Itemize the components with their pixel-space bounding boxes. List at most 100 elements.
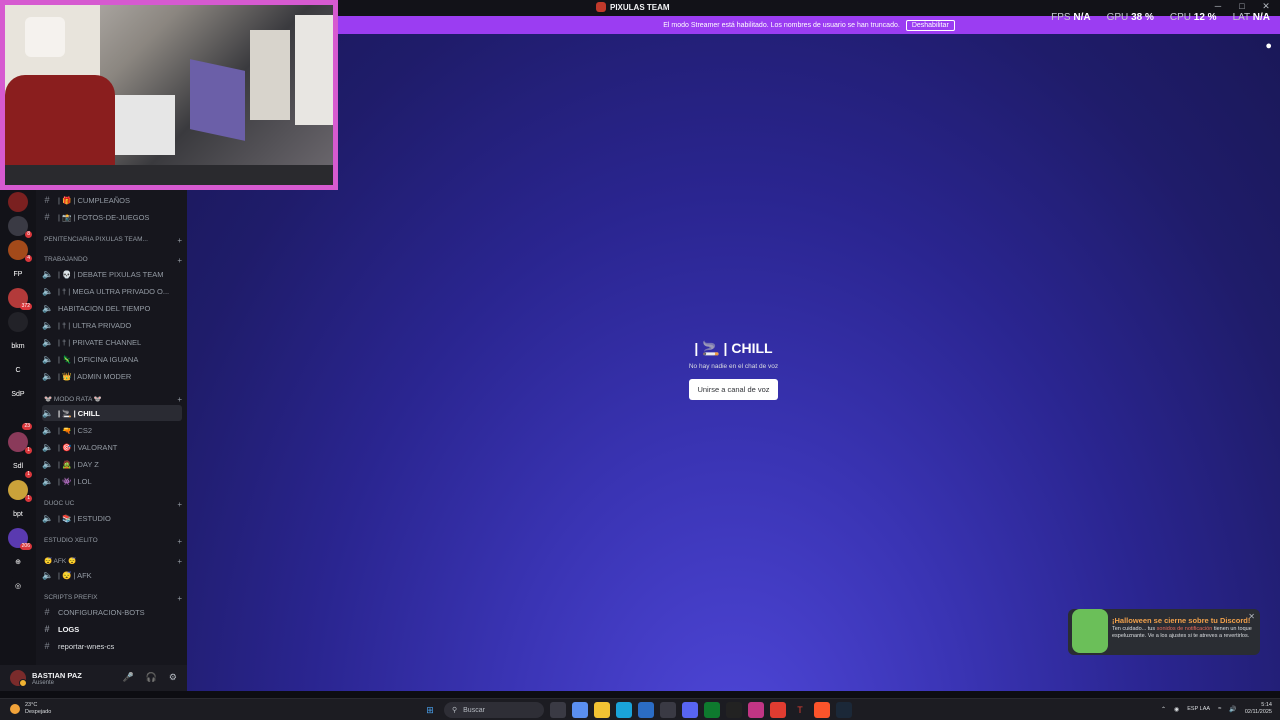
terminal-icon[interactable] <box>704 702 720 718</box>
username: BASTIAN PAZ <box>32 670 82 680</box>
opera-gx-icon[interactable] <box>770 702 786 718</box>
category-duoc[interactable]: DUOC UC + <box>44 500 182 509</box>
server-icon[interactable]: ◎ <box>8 576 28 596</box>
channel-fotos[interactable]: # | 📸 | FOTOS-DE-JUEGOS <box>42 209 182 225</box>
user-info[interactable]: BASTIAN PAZ Ausente <box>32 671 82 686</box>
server-icon[interactable]: bkm <box>8 336 28 356</box>
add-channel-icon[interactable]: + <box>177 500 182 509</box>
voice-channel-valorant[interactable]: 🔈 | 🎯 | VALORANT <box>42 439 182 455</box>
category-scripts[interactable]: SCRIPTS PREFIX + <box>44 594 182 603</box>
language-indicator[interactable]: ESP LAA <box>1187 706 1210 713</box>
server-icon[interactable]: 372 <box>8 288 32 310</box>
voice-channel-dayz[interactable]: 🔈 | 🧟 | DAY Z <box>42 456 182 472</box>
text-app-icon[interactable]: T <box>792 702 808 718</box>
voice-channel-afk[interactable]: 🔈 | 😴 | AFK <box>42 567 182 583</box>
server-icon[interactable]: 23 <box>8 408 32 430</box>
server-icon[interactable] <box>8 312 28 332</box>
edge-icon[interactable] <box>616 702 632 718</box>
headphones-icon[interactable]: 🎧 <box>146 672 157 683</box>
discord-icon[interactable] <box>682 702 698 718</box>
avatar[interactable] <box>10 670 27 687</box>
instagram-icon[interactable] <box>748 702 764 718</box>
voice-channel-ultra[interactable]: 🔈 | † | ULTRA PRIVADO <box>42 317 182 333</box>
outlook-icon[interactable] <box>638 702 654 718</box>
server-icon[interactable]: 206 <box>8 528 32 550</box>
server-label: bkm <box>11 342 25 350</box>
server-label: FP <box>13 270 23 278</box>
category-afk[interactable]: 😴 AFK 😴 + <box>44 557 182 566</box>
server-icon[interactable]: bpt <box>8 504 28 524</box>
wifi-icon[interactable]: ≈ <box>1218 706 1221 712</box>
add-channel-icon[interactable]: + <box>177 594 182 603</box>
voice-channel-private[interactable]: 🔈 | † | PRIVATE CHANNEL <box>42 334 182 350</box>
clock[interactable]: 5:14 02/11/2025 <box>1245 702 1272 716</box>
add-channel-icon[interactable]: + <box>177 557 182 566</box>
voice-channel-estudio[interactable]: 🔈 | 📚 | ESTUDIO <box>42 510 182 526</box>
add-channel-icon[interactable]: + <box>177 537 182 546</box>
category-penitenciaria[interactable]: PENITENCIARIA PIXULAS TEAM... + <box>44 236 182 245</box>
voice-channel-cs2[interactable]: 🔈 | 🔫 | CS2 <box>42 422 182 438</box>
server-icon[interactable]: 4 <box>8 240 32 262</box>
server-icon[interactable]: SdP <box>8 384 28 404</box>
hash-icon: # <box>44 212 50 222</box>
server-icon[interactable]: 1 <box>8 432 32 454</box>
server-icon[interactable]: 8 <box>8 216 32 238</box>
channel-cumpleanos[interactable]: # | 🎁 | CUMPLEAÑOS <box>42 192 182 208</box>
webcam-overlay <box>0 0 338 190</box>
disable-streamer-button[interactable]: Deshabilitar <box>905 19 955 31</box>
minimize-button[interactable]: ─ <box>1212 1 1224 12</box>
voice-channel-oficina[interactable]: 🔈 | 🦎 | OFICINA IGUANA <box>42 351 182 367</box>
calculator-icon[interactable] <box>660 702 676 718</box>
join-voice-button[interactable]: Unirse a canal de voz <box>689 379 778 400</box>
voice-channel-lol[interactable]: 🔈 | 👾 | LOL <box>42 473 182 489</box>
voice-channel-admin[interactable]: 🔈 | 👑 | ADMIN MODER <box>42 368 182 384</box>
add-channel-icon[interactable]: + <box>177 395 182 404</box>
close-button[interactable]: ✕ <box>1260 1 1272 12</box>
toast-close-icon[interactable]: ✕ <box>1248 612 1255 621</box>
user-status: Ausente <box>32 679 55 686</box>
server-icon[interactable]: 1 <box>8 480 32 502</box>
add-channel-icon[interactable]: + <box>177 256 182 265</box>
voice-channel-chill[interactable]: 🔈 | 🚬 | CHILL <box>42 405 182 421</box>
weather-widget[interactable]: 23°C Despejado <box>10 702 51 716</box>
channel-configuracion[interactable]: # CONFIGURACION-BOTS <box>42 604 182 620</box>
settings-gear-icon[interactable]: ⚙ <box>169 672 177 683</box>
capcut-icon[interactable] <box>726 702 742 718</box>
brave-icon[interactable] <box>814 702 830 718</box>
server-icon[interactable]: ⊕ <box>8 552 28 572</box>
file-explorer-icon[interactable] <box>594 702 610 718</box>
tray-overflow-icon[interactable]: ⌃ <box>1161 706 1166 713</box>
channel-logs[interactable]: # LOGS <box>42 621 182 637</box>
volume-icon[interactable]: 🔊 <box>1229 706 1236 713</box>
taskbar-search[interactable]: ⚲ Buscar <box>444 702 544 718</box>
dinosaur-mascot-icon <box>1072 609 1108 653</box>
voice-channel-mega[interactable]: 🔈 | † | MEGA ULTRA PRIVADO O... <box>42 283 182 299</box>
microphone-icon[interactable]: 🎤 <box>122 672 133 683</box>
server-label: SdP <box>11 390 25 398</box>
system-tray: ⌃ ◉ ESP LAA ≈ 🔊 5:14 02/11/2025 <box>1161 702 1272 716</box>
maximize-button[interactable]: □ <box>1236 1 1248 12</box>
server-icon[interactable]: C <box>8 360 28 380</box>
notification-sounds-link[interactable]: sonidos de notificación <box>1157 626 1213 632</box>
windows-start-icon[interactable]: ⊞ <box>422 702 438 718</box>
task-view-icon[interactable] <box>550 702 566 718</box>
network-icon[interactable]: ◉ <box>1174 706 1179 713</box>
chat-bubble-icon[interactable]: ● <box>1265 40 1272 52</box>
category-xelito[interactable]: ESTUDIO XELITO + <box>44 537 182 546</box>
steam-icon[interactable] <box>836 702 852 718</box>
windows-taskbar: 23°C Despejado ⊞ ⚲ Buscar T ⌃ ◉ ESP LAA … <box>0 698 1280 720</box>
server-icon[interactable] <box>8 192 28 212</box>
category-trabajando[interactable]: TRABAJANDO + <box>44 256 182 265</box>
voice-channel-debate[interactable]: 🔈 | 💀 | DEBATE PIXULAS TEAM <box>42 266 182 282</box>
category-modo-rata[interactable]: 🐭 MODO RATA 🐭 + <box>44 395 182 404</box>
speaker-icon: 🔈 <box>42 424 54 435</box>
webcam-feed <box>5 5 333 185</box>
channel-reportar[interactable]: # reportar-wnes-cs <box>42 638 182 654</box>
add-channel-icon[interactable]: + <box>177 236 182 245</box>
halloween-notification[interactable]: ¡Halloween se cierne sobre tu Discord! T… <box>1068 609 1260 655</box>
copilot-icon[interactable] <box>572 702 588 718</box>
server-icon[interactable]: Sdl 1 <box>8 456 32 478</box>
speaker-icon: 🔈 <box>42 285 54 296</box>
server-icon[interactable]: FP <box>8 264 28 284</box>
voice-channel-habitacion[interactable]: 🔈 HABITACION DEL TIEMPO <box>42 300 182 316</box>
